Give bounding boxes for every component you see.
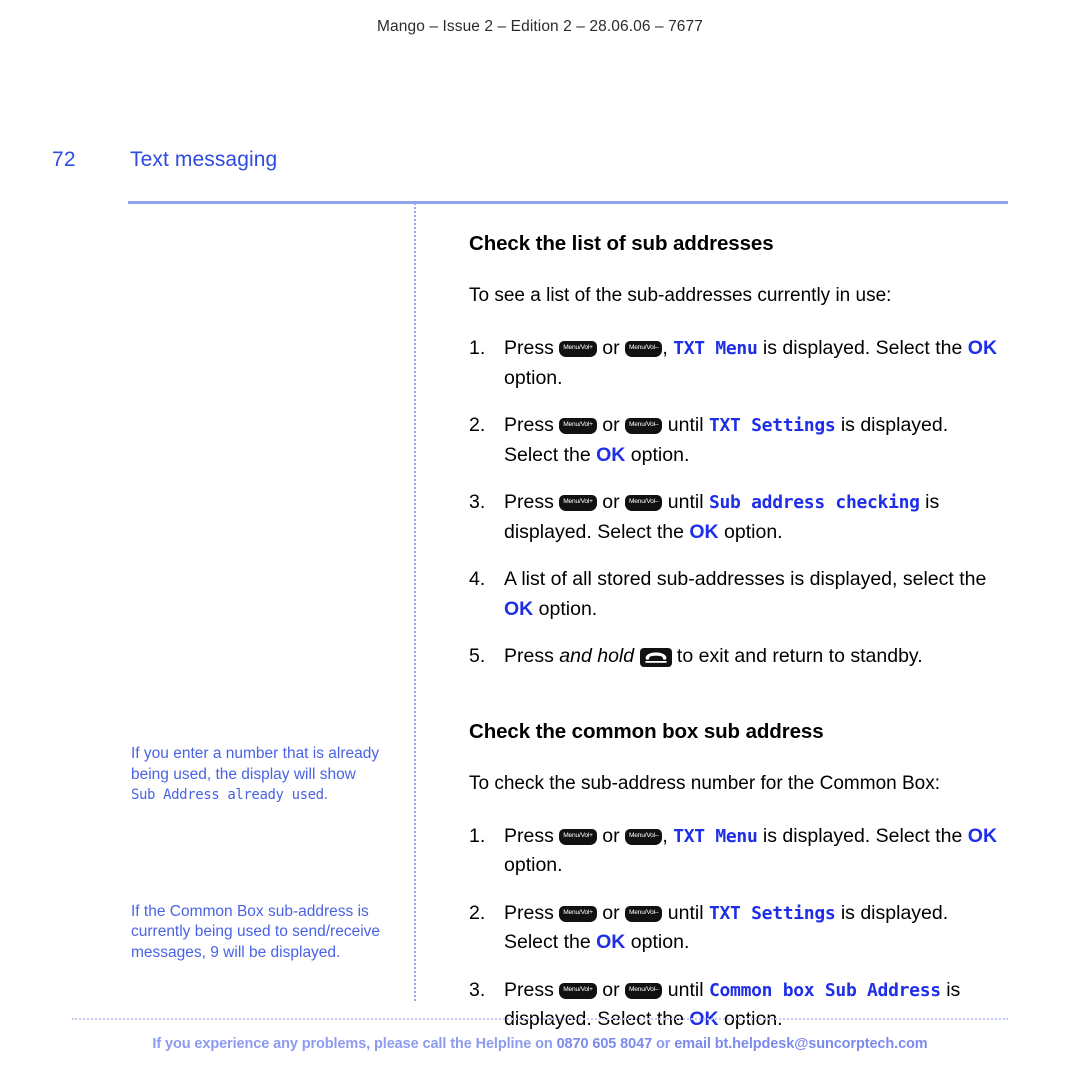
menu-vol-up-key-icon[interactable]: Menu/Vol+ (559, 982, 597, 999)
ok-softkey-label: OK (596, 443, 626, 466)
margin-note-1: If you enter a number that is already be… (131, 744, 397, 806)
ok-softkey-label: OK (596, 931, 626, 953)
footer-text-2: or (652, 1036, 675, 1052)
step-item: Press and hold to exit and return to sta… (469, 642, 1001, 672)
ok-softkey-label: OK (967, 337, 998, 359)
step-text: option. (625, 931, 690, 953)
footer-email-address[interactable]: email bt.helpdesk@suncorptech.com (674, 1036, 927, 1052)
step-text: or (596, 978, 625, 1001)
margin-note-2: If the Common Box sub-address is current… (131, 902, 397, 964)
menu-vol-down-key-icon[interactable]: Menu/Vol– (625, 828, 663, 845)
step-text: or (596, 414, 625, 436)
step-text: Press (504, 901, 560, 924)
step-text: Press (504, 491, 560, 513)
step-text: is displayed. Select the (757, 337, 968, 359)
section-lead-1: To see a list of the sub-addresses curre… (469, 285, 892, 306)
step-text: until (662, 414, 709, 436)
column-divider (414, 203, 416, 1001)
running-head: Mango – Issue 2 – Edition 2 – 28.06.06 –… (377, 18, 703, 35)
step-text: Press (504, 824, 560, 847)
steps-list-1: Press Menu/Vol+ or Menu/Vol–, TXT Menu i… (469, 334, 1001, 672)
section-heading-2: Check the common box sub address (469, 719, 824, 743)
margin-note-1-text: If you enter a number that is already be… (131, 745, 380, 783)
step-text: Press (504, 645, 560, 667)
menu-vol-up-key-icon[interactable]: Menu/Vol+ (559, 905, 597, 922)
menu-vol-down-key-icon[interactable]: Menu/Vol– (625, 982, 663, 999)
step-text: , (662, 824, 674, 847)
step-text: is displayed. Select the (757, 824, 968, 847)
margin-note-2-text: If the Common Box sub-address is current… (131, 902, 381, 961)
step-text: option. (533, 597, 598, 620)
step-text: Press (504, 337, 560, 359)
lcd-display-text: TXT Menu (673, 338, 758, 359)
menu-vol-down-key-icon[interactable]: Menu/Vol– (625, 418, 663, 434)
step-item: Press Menu/Vol+ or Menu/Vol– until Sub a… (469, 488, 1001, 547)
section-lead-2: To check the sub-address number for the … (469, 772, 941, 794)
margin-notes: If you enter a number that is already be… (131, 744, 397, 964)
menu-vol-up-key-icon[interactable]: Menu/Vol+ (559, 341, 597, 357)
step-item: Press Menu/Vol+ or Menu/Vol–, TXT Menu i… (469, 334, 1001, 393)
step-text: or (596, 337, 625, 359)
menu-vol-up-key-icon[interactable]: Menu/Vol+ (559, 418, 597, 434)
hangup-key-icon[interactable] (639, 648, 672, 667)
step-item: Press Menu/Vol+ or Menu/Vol– until TXT S… (469, 411, 1001, 470)
header-rule (128, 201, 1008, 204)
footer-text-1: If you experience any problems, please c… (152, 1036, 557, 1052)
page-title-row: 72 Text messaging (0, 148, 1080, 182)
page-number: 72 (52, 148, 76, 171)
step-text: or (596, 491, 625, 513)
step-text: until (662, 491, 709, 513)
footer-helpline: If you experience any problems, please c… (0, 1036, 1080, 1052)
step-text: or (596, 824, 625, 847)
steps-list-2: Press Menu/Vol+ or Menu/Vol–, TXT Menu i… (469, 822, 1001, 1035)
ok-softkey-label: OK (504, 597, 534, 620)
footer-rule (72, 1018, 1008, 1020)
menu-vol-down-key-icon[interactable]: Menu/Vol– (625, 905, 663, 922)
section-heading-1: Check the list of sub addresses (469, 232, 774, 255)
menu-vol-up-key-icon[interactable]: Menu/Vol+ (559, 828, 597, 845)
step-item: Press Menu/Vol+ or Menu/Vol– until Commo… (469, 976, 1001, 1035)
section-2: Check the common box sub address To chec… (469, 720, 1001, 1035)
step-text: option. (718, 520, 783, 543)
step-item: Press Menu/Vol+ or Menu/Vol–, TXT Menu i… (469, 822, 1001, 881)
step-text: or (596, 901, 625, 924)
menu-vol-down-key-icon[interactable]: Menu/Vol– (625, 495, 663, 511)
step-text: to exit and return to standby. (671, 645, 923, 667)
step-text: Press (504, 414, 560, 436)
step-text: option. (504, 854, 563, 876)
margin-note-1-tail: . (323, 786, 329, 804)
page-title: Text messaging (130, 148, 278, 171)
step-text: Press (504, 978, 560, 1001)
margin-note-1-lcd: Sub Address already used (131, 787, 324, 804)
step-emphasis: and hold (559, 645, 635, 667)
step-text: A list of all stored sub-addresses is di… (504, 568, 987, 590)
step-text: option. (625, 443, 690, 466)
step-text: option. (504, 366, 563, 389)
ok-softkey-label: OK (967, 824, 998, 847)
step-text: , (662, 337, 674, 359)
main-content: Check the list of sub addresses To see a… (469, 232, 1001, 1035)
lcd-display-text: TXT Menu (673, 825, 758, 847)
lcd-display-text: Sub address checking (708, 492, 920, 513)
menu-vol-up-key-icon[interactable]: Menu/Vol+ (559, 495, 597, 511)
footer-phone-number: 0870 605 8047 (556, 1036, 653, 1052)
menu-vol-down-key-icon[interactable]: Menu/Vol– (625, 341, 663, 357)
step-text: until (662, 901, 709, 924)
step-text (634, 645, 639, 667)
step-item: A list of all stored sub-addresses is di… (469, 565, 1001, 624)
step-item: Press Menu/Vol+ or Menu/Vol– until TXT S… (469, 899, 1001, 958)
ok-softkey-label: OK (689, 520, 719, 543)
lcd-display-text: TXT Settings (708, 415, 836, 436)
lcd-display-text: Common box Sub Address (708, 979, 941, 1001)
lcd-display-text: TXT Settings (708, 902, 836, 924)
step-text: until (662, 978, 709, 1001)
